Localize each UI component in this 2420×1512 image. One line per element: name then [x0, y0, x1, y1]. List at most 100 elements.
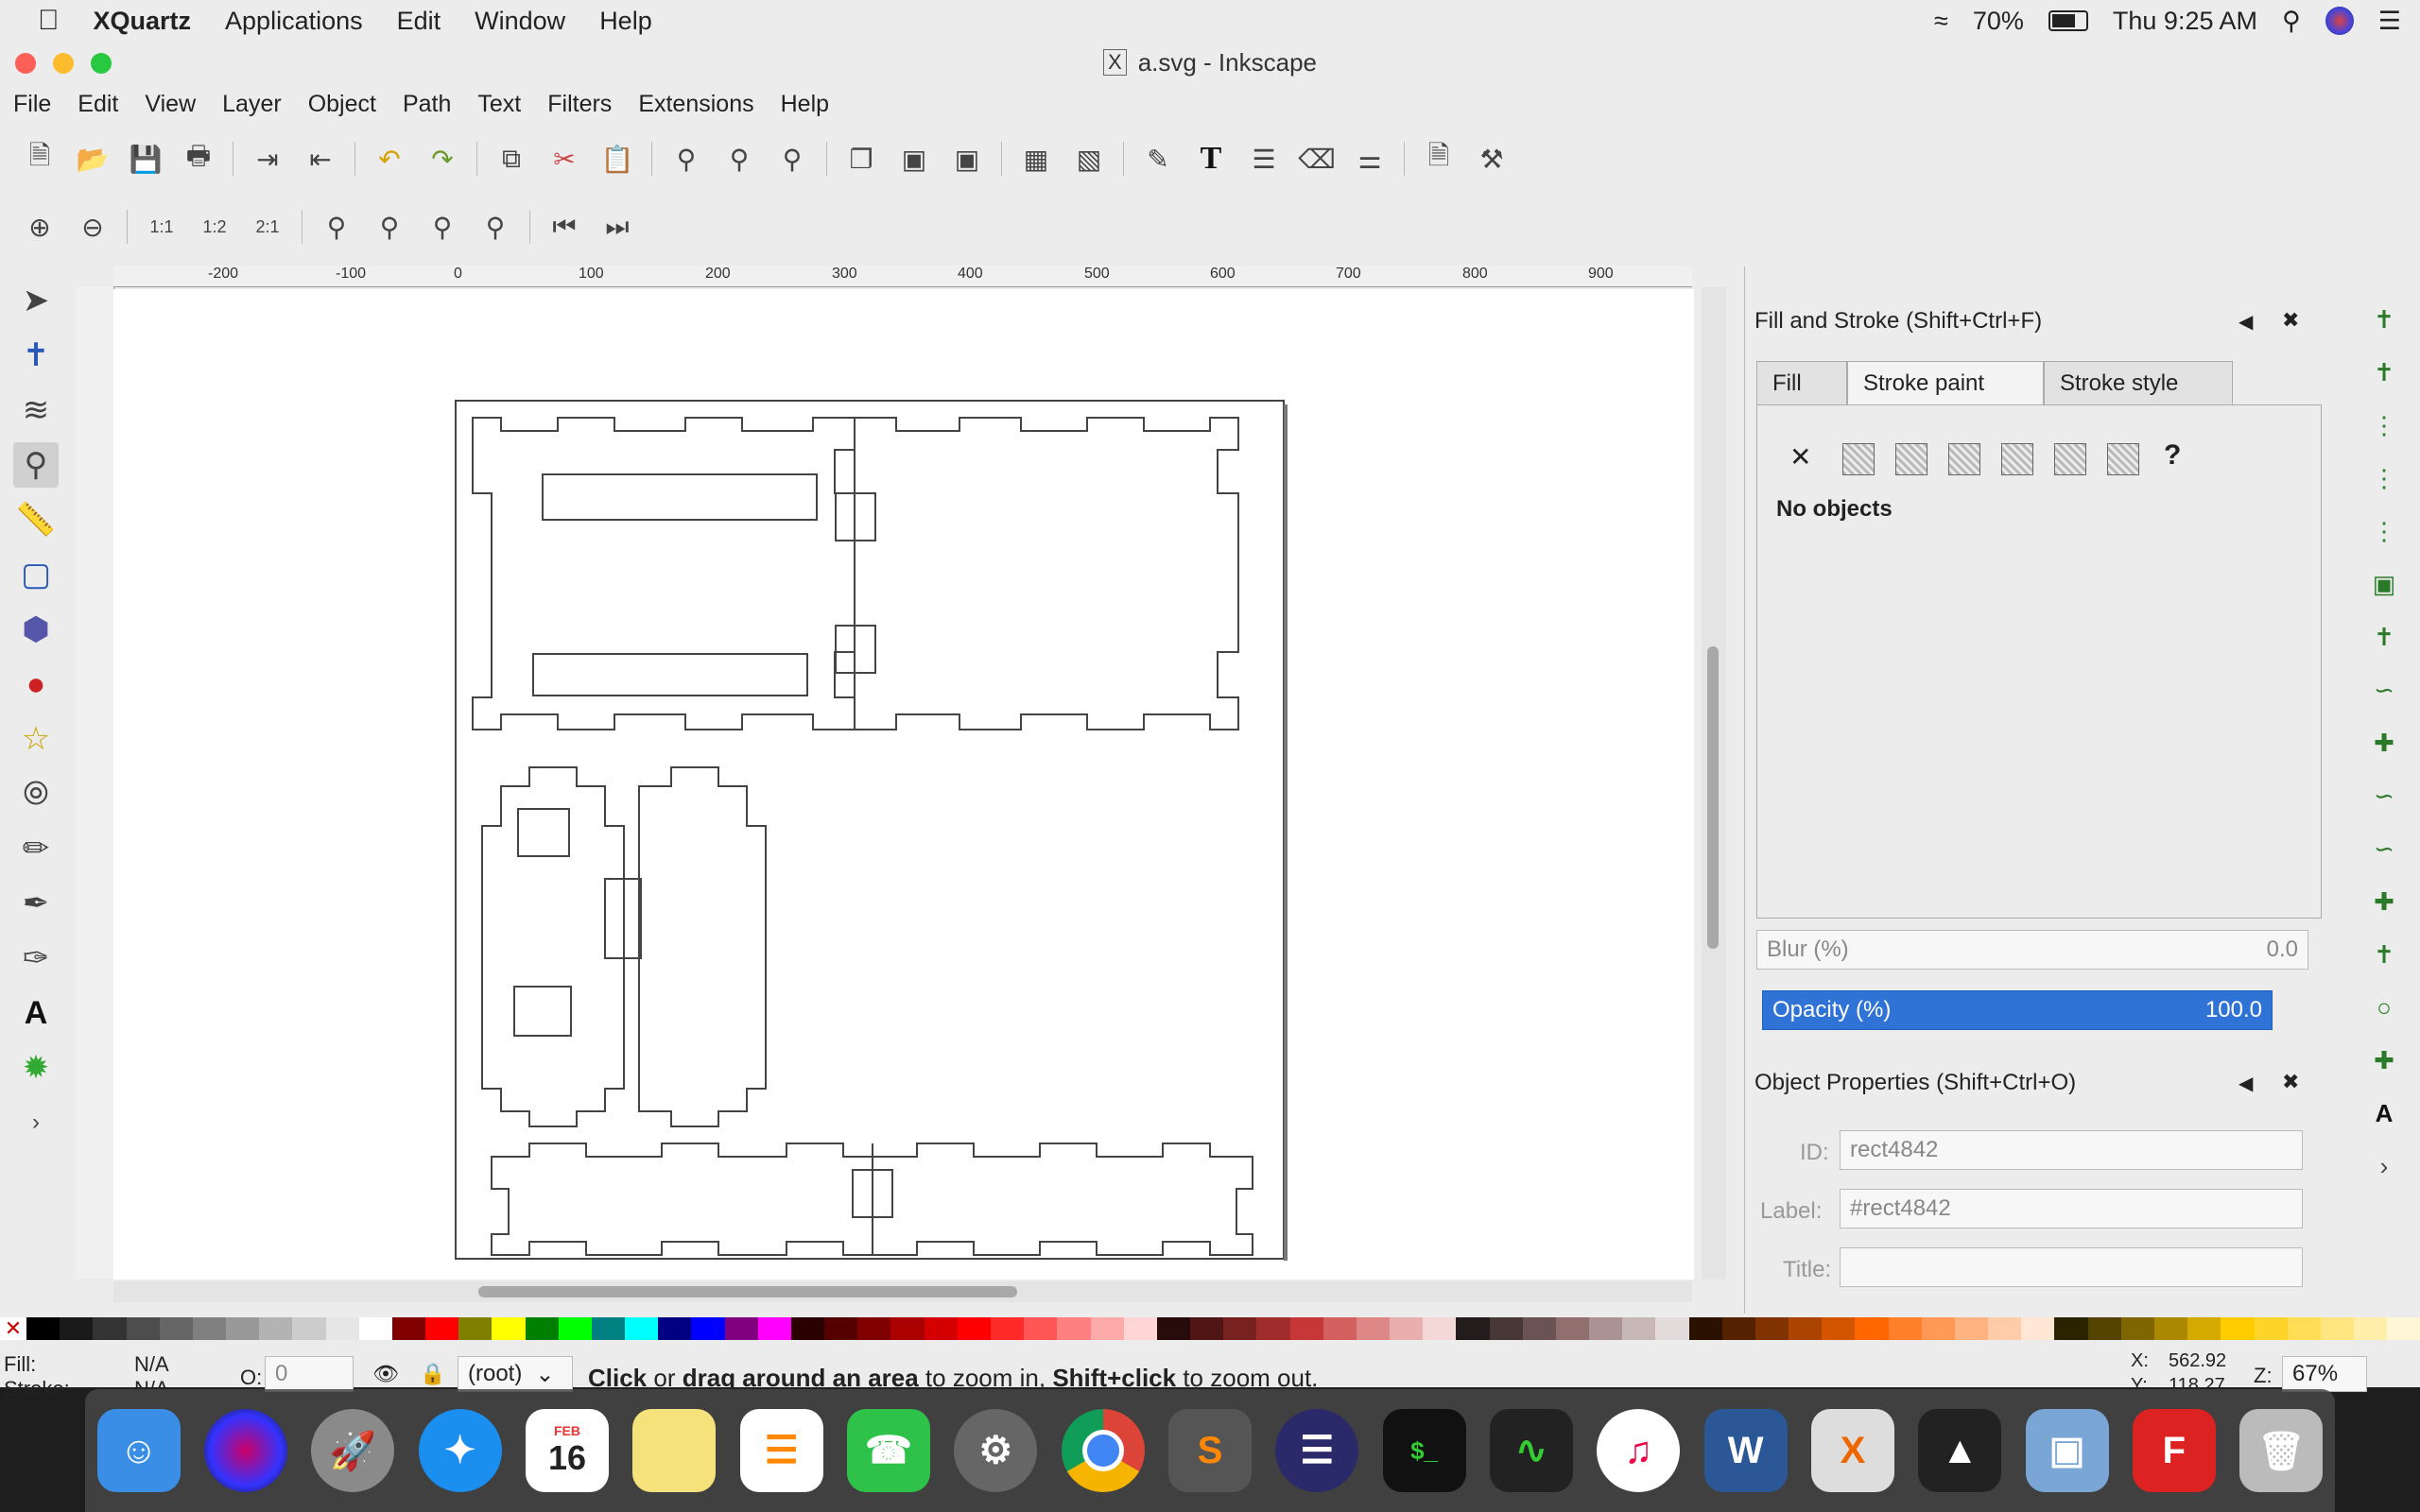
snap-smooth-icon[interactable]: ∽ [2363, 828, 2405, 869]
close-dialog-icon[interactable]: ✖ [2282, 308, 2299, 333]
snap-midpoint-icon[interactable]: ✚ [2363, 881, 2405, 922]
color-swatch[interactable] [60, 1317, 94, 1340]
horizontal-scrollbar[interactable] [113, 1281, 1692, 1302]
snap-cusp-icon[interactable]: ∽ [2363, 775, 2405, 816]
color-swatch[interactable] [425, 1317, 459, 1340]
color-swatch[interactable] [591, 1317, 626, 1340]
close-window-button[interactable] [15, 53, 36, 74]
color-swatch[interactable] [2154, 1317, 2188, 1340]
finder-icon[interactable]: ☺ [96, 1409, 181, 1492]
sublime-text-icon[interactable]: S [1167, 1409, 1252, 1492]
minimize-window-button[interactable] [53, 53, 74, 74]
snap-bbox-icon[interactable]: ✝ [2363, 352, 2405, 393]
menu-view[interactable]: View [131, 91, 209, 118]
ellipse-tool-icon[interactable]: ● [13, 662, 59, 707]
color-swatch[interactable] [1921, 1317, 1955, 1340]
color-swatch[interactable] [159, 1317, 193, 1340]
xml-editor-icon[interactable]: ⌫ [1298, 140, 1336, 178]
menu-filters[interactable]: Filters [534, 91, 625, 118]
zoom-1-1-icon[interactable]: 1:1 [143, 208, 181, 246]
mesh-gradient-button[interactable] [2001, 443, 2033, 475]
snap-nodes-icon[interactable]: ✝ [2363, 616, 2405, 658]
text-font-icon[interactable]: T [1192, 140, 1230, 178]
zoom-page-icon[interactable]: ⚲ [424, 208, 461, 246]
close-dialog-icon[interactable]: ✖ [2282, 1070, 2299, 1094]
siri-icon[interactable] [203, 1409, 287, 1492]
paste-icon[interactable]: 📋 [598, 140, 636, 178]
color-swatch[interactable] [691, 1317, 725, 1340]
color-swatch[interactable] [192, 1317, 227, 1340]
menubar-app-name[interactable]: XQuartz [94, 7, 192, 36]
calendar-icon[interactable]: FEB 16 [525, 1409, 609, 1492]
color-swatch[interactable] [2021, 1317, 2055, 1340]
star-tool-icon[interactable]: ☆ [13, 716, 59, 762]
zoom-window-button[interactable] [91, 53, 112, 74]
color-swatch[interactable] [625, 1317, 659, 1340]
eclipse-icon[interactable]: ☰ [1275, 1409, 1359, 1492]
chrome-icon[interactable] [1061, 1409, 1145, 1492]
zoom-previous-icon[interactable]: ⏮ [545, 208, 583, 246]
menubar-item-applications[interactable]: Applications [225, 7, 363, 36]
blur-field[interactable]: Blur (%) 0.0 [1756, 930, 2308, 970]
battery-icon[interactable] [2048, 10, 2088, 31]
object-id-field[interactable]: rect4842 [1840, 1130, 2303, 1170]
snap-center-icon[interactable]: ○ [2363, 987, 2405, 1028]
snap-bbox-corner-icon[interactable]: ⋮ [2363, 457, 2405, 499]
color-swatch[interactable] [1555, 1317, 1590, 1340]
no-color-swatch[interactable]: ✕ [0, 1317, 26, 1340]
color-swatch[interactable] [458, 1317, 493, 1340]
color-swatch[interactable] [857, 1317, 891, 1340]
save-document-icon[interactable]: 💾 [127, 140, 164, 178]
color-swatch[interactable] [757, 1317, 791, 1340]
spiral-tool-icon[interactable]: ⦾ [13, 771, 59, 816]
color-swatch[interactable] [2221, 1317, 2255, 1340]
terminal-icon[interactable]: $_ [1382, 1409, 1466, 1492]
radial-gradient-button[interactable] [1948, 443, 1980, 475]
expand-toolbox-icon[interactable]: › [13, 1100, 59, 1145]
color-swatch[interactable] [1289, 1317, 1323, 1340]
print-icon[interactable]: 🖶 [180, 140, 217, 178]
fill-indicator-value[interactable]: N/A [134, 1352, 169, 1377]
safari-icon[interactable]: ✦ [418, 1409, 502, 1492]
object-label-field[interactable]: #rect4842 [1840, 1189, 2303, 1228]
color-swatch[interactable] [259, 1317, 293, 1340]
preview-icon[interactable]: ▣ [2025, 1409, 2109, 1492]
copy-icon[interactable]: ⧉ [493, 140, 530, 178]
zoom-selection-icon[interactable]: ⚲ [667, 140, 705, 178]
group-icon[interactable]: ▦ [1017, 140, 1055, 178]
zoom-page-icon[interactable]: ⚲ [773, 140, 811, 178]
color-swatch[interactable] [1256, 1317, 1290, 1340]
color-swatch[interactable] [126, 1317, 160, 1340]
calligraphy-tool-icon[interactable]: ✑ [13, 936, 59, 981]
color-swatch[interactable] [1954, 1317, 1989, 1340]
export-icon[interactable]: ⇤ [302, 140, 339, 178]
color-swatch[interactable] [1855, 1317, 1889, 1340]
vertical-scrollbar[interactable] [1702, 287, 1726, 1280]
color-swatch[interactable] [924, 1317, 958, 1340]
zoom-selection-icon[interactable]: ⚲ [318, 208, 355, 246]
selector-tool-icon[interactable]: ➤ [13, 278, 59, 323]
tab-stroke-paint[interactable]: Stroke paint [1847, 361, 2044, 404]
menu-layer[interactable]: Layer [209, 91, 295, 118]
color-swatch[interactable] [1223, 1317, 1257, 1340]
color-swatch[interactable] [1123, 1317, 1157, 1340]
menubar-item-window[interactable]: Window [475, 7, 565, 36]
facetime-icon[interactable]: ☎ [846, 1409, 930, 1492]
duplicate-icon[interactable]: ❐ [842, 140, 880, 178]
color-swatch[interactable] [2320, 1317, 2355, 1340]
import-icon[interactable]: ⇥ [249, 140, 286, 178]
redo-icon[interactable]: ↷ [424, 140, 461, 178]
color-swatch[interactable] [1688, 1317, 1722, 1340]
color-swatch[interactable] [226, 1317, 260, 1340]
snap-bbox-midpoint-icon[interactable]: ⋮ [2363, 510, 2405, 552]
tab-fill[interactable]: Fill [1756, 361, 1847, 404]
color-swatch[interactable] [325, 1317, 359, 1340]
color-swatch[interactable] [1589, 1317, 1623, 1340]
no-paint-button[interactable]: ✕ [1789, 441, 1811, 472]
tab-stroke-style[interactable]: Stroke style [2044, 361, 2233, 404]
color-swatch[interactable] [1622, 1317, 1656, 1340]
notification-center-icon[interactable]: ☰ [2378, 7, 2401, 36]
new-document-icon[interactable]: 🗎 [21, 140, 59, 178]
color-swatch[interactable] [558, 1317, 592, 1340]
swatch-button[interactable] [2107, 443, 2139, 475]
